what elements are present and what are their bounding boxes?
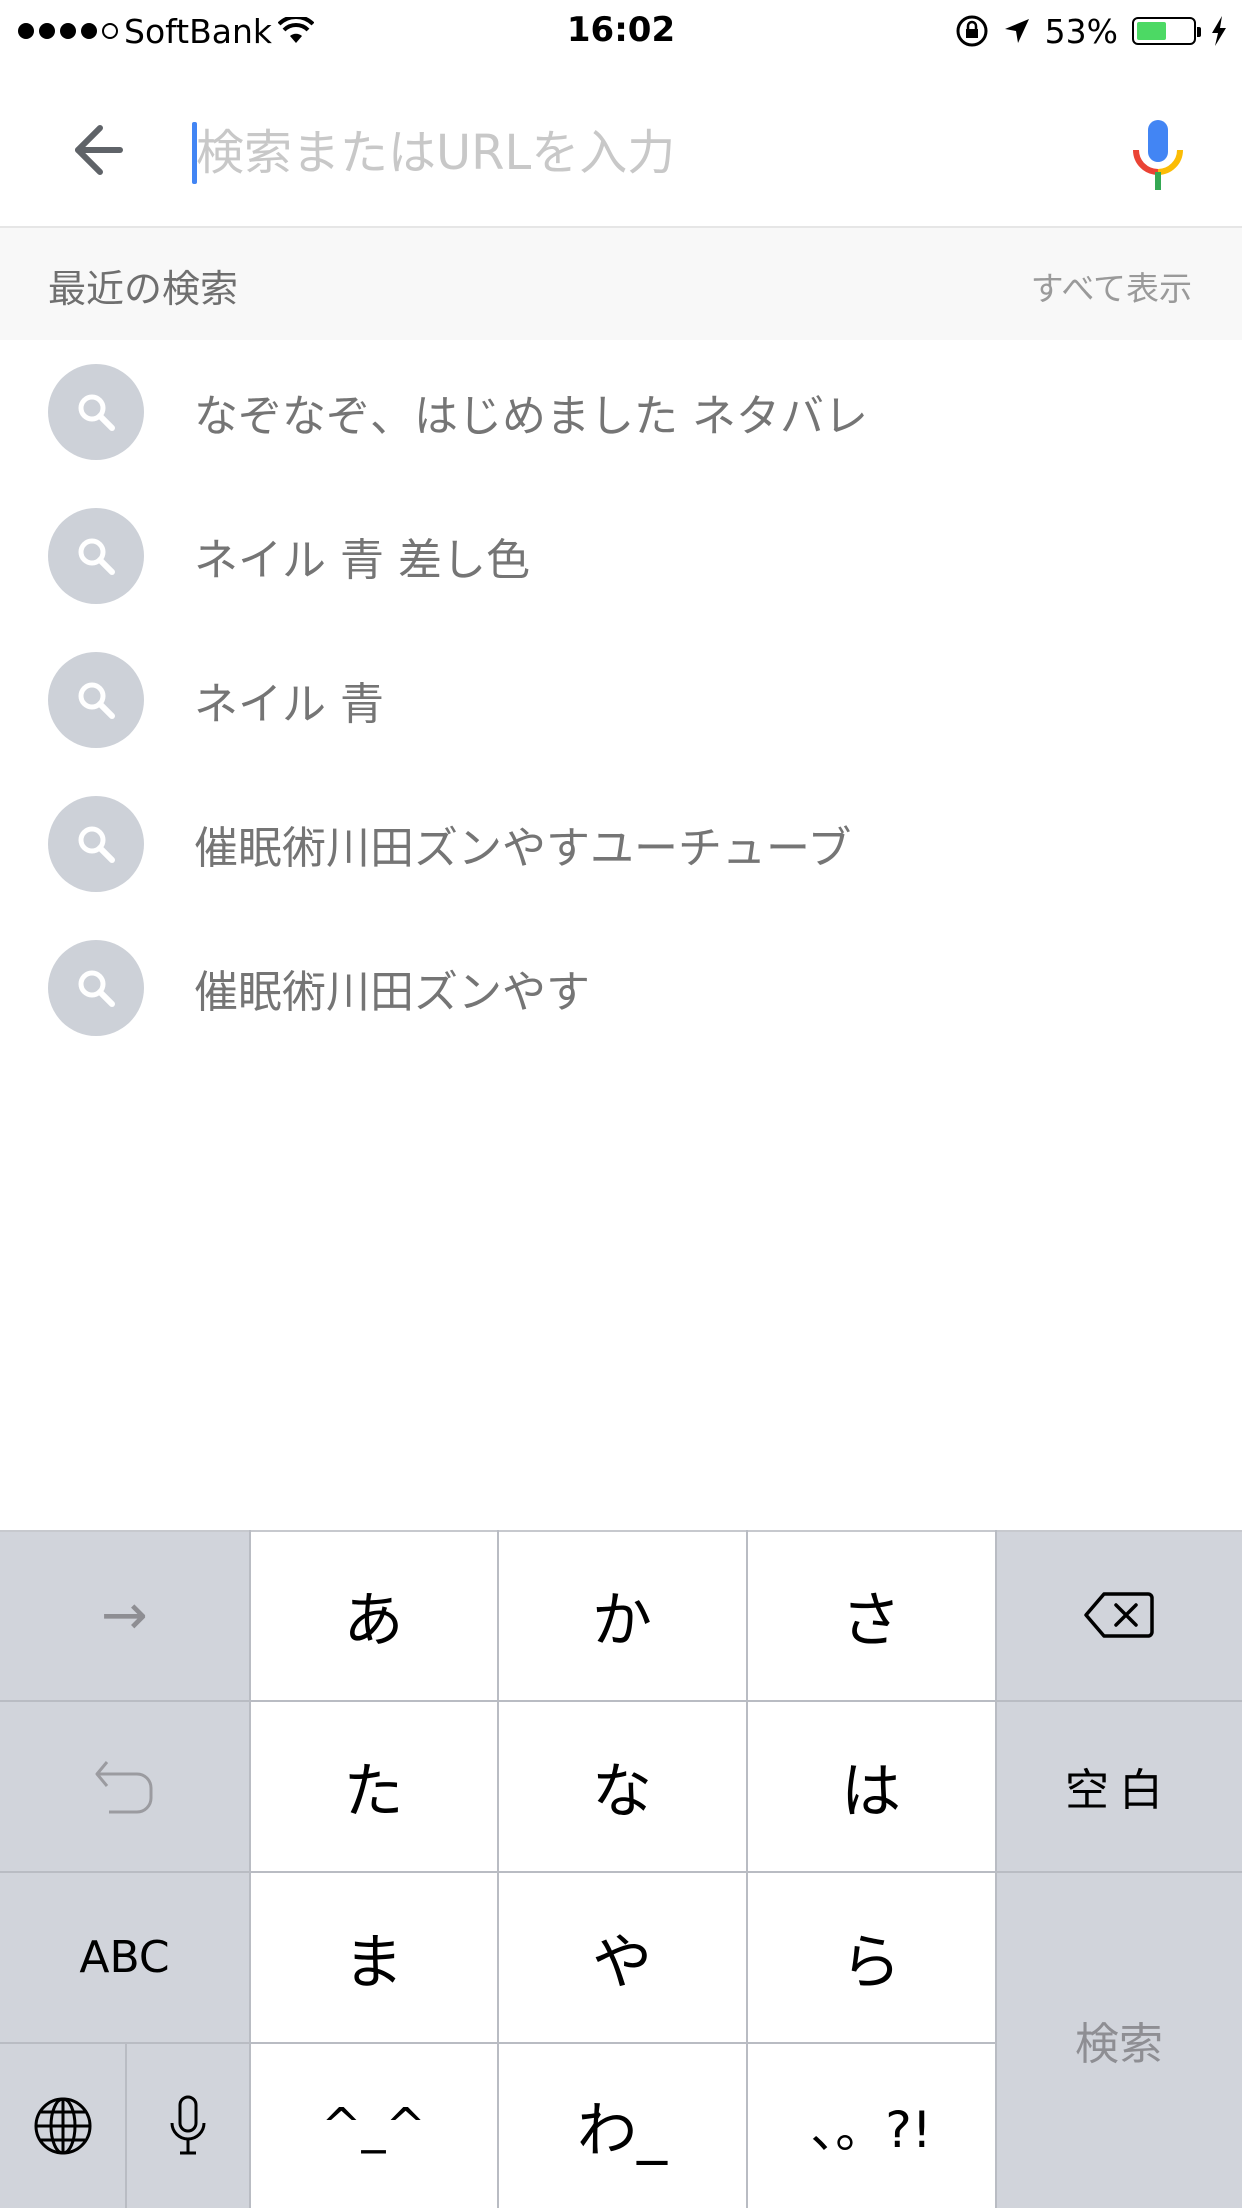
search-header — [0, 62, 1242, 228]
key-ma[interactable]: ま — [250, 1872, 497, 2042]
search-input[interactable] — [196, 118, 1076, 188]
keyboard-row-divider — [0, 1700, 1242, 1702]
japanese-kana-keyboard: → あ か さ た な は 空白 ABC ま や ら 検索 ^_^ わ_ 、。?… — [0, 1530, 1242, 2208]
microphone-icon — [170, 2095, 205, 2154]
recent-search-label: 催眠術川田ズンやす — [194, 967, 590, 1018]
key-wa[interactable]: わ_ — [498, 2043, 746, 2208]
delete-backspace-icon — [1084, 1592, 1154, 1638]
key-emoticon[interactable]: ^_^ — [250, 2043, 497, 2208]
key-ya[interactable]: や — [498, 1872, 746, 2042]
search-icon — [48, 940, 144, 1036]
recent-search-item[interactable]: なぞなぞ、はじめました ネタバレ — [0, 340, 1242, 484]
status-right: 53% — [955, 10, 1228, 52]
recent-search-item[interactable]: 催眠術川田ズンやす — [0, 916, 1242, 1060]
battery-fill — [1137, 22, 1166, 40]
battery-percent: 53% — [1044, 11, 1118, 51]
search-key[interactable]: 検索 — [996, 1872, 1242, 2208]
orientation-lock-icon — [956, 15, 988, 47]
keyboard-col-divider — [995, 1530, 997, 2208]
keyboard-col-divider — [497, 1530, 499, 2208]
key-na[interactable]: な — [498, 1701, 746, 1871]
keyboard-col-divider — [125, 2043, 127, 2208]
key-ha[interactable]: は — [747, 1701, 995, 1871]
recent-search-item[interactable]: ネイル 青 差し色 — [0, 484, 1242, 628]
recent-searches-title: 最近の検索 — [48, 267, 239, 311]
globe-icon — [34, 2097, 91, 2154]
key-punctuation[interactable]: 、。?! — [747, 2043, 995, 2208]
recent-search-label: ネイル 青 差し色 — [194, 535, 530, 586]
keyboard-top-border — [0, 1530, 1242, 1532]
key-a[interactable]: あ — [250, 1530, 497, 1700]
key-ta[interactable]: た — [250, 1701, 497, 1871]
location-arrow-icon — [1004, 19, 1029, 43]
key-sa[interactable]: さ — [747, 1530, 995, 1700]
abc-switch-key[interactable]: ABC — [0, 1872, 249, 2042]
charging-bolt-icon — [1212, 16, 1226, 46]
key-ra[interactable]: ら — [747, 1872, 995, 2042]
key-ka[interactable]: か — [498, 1530, 746, 1700]
keyboard-row-divider — [0, 1871, 1242, 1873]
recent-search-label: なぞなぞ、はじめました ネタバレ — [194, 391, 868, 442]
keyboard-col-divider — [249, 1530, 251, 2208]
recent-search-item[interactable]: ネイル 青 — [0, 628, 1242, 772]
delete-key[interactable] — [996, 1530, 1242, 1700]
globe-key[interactable] — [0, 2043, 125, 2208]
recent-searches-header: 最近の検索 すべて表示 — [0, 228, 1242, 340]
search-icon — [48, 364, 144, 460]
undo-key[interactable] — [0, 1701, 249, 1871]
voice-search-mic-icon[interactable] — [1122, 116, 1194, 196]
space-key[interactable]: 空白 — [996, 1701, 1242, 1871]
dictation-key[interactable] — [126, 2043, 249, 2208]
undo-icon — [95, 1761, 152, 1814]
next-candidate-arrow-key[interactable]: → — [0, 1530, 249, 1700]
search-icon — [48, 652, 144, 748]
search-icon — [48, 796, 144, 892]
recent-search-item[interactable]: 催眠術川田ズンやすユーチューブ — [0, 772, 1242, 916]
search-icon — [48, 508, 144, 604]
arrow-right-icon: → — [101, 1582, 148, 1648]
recent-search-label: 催眠術川田ズンやすユーチューブ — [194, 823, 852, 874]
recent-searches-list: なぞなぞ、はじめました ネタバレ ネイル 青 差し色 ネイル 青 催眠術川田ズン… — [0, 340, 1242, 1060]
status-bar: SoftBank 16:02 53% — [0, 0, 1242, 62]
battery-icon — [1132, 17, 1201, 45]
back-arrow-icon[interactable] — [60, 114, 132, 186]
keyboard-col-divider — [746, 1530, 748, 2208]
recent-search-label: ネイル 青 — [194, 679, 384, 730]
show-all-link[interactable]: すべて表示 — [1031, 262, 1192, 310]
